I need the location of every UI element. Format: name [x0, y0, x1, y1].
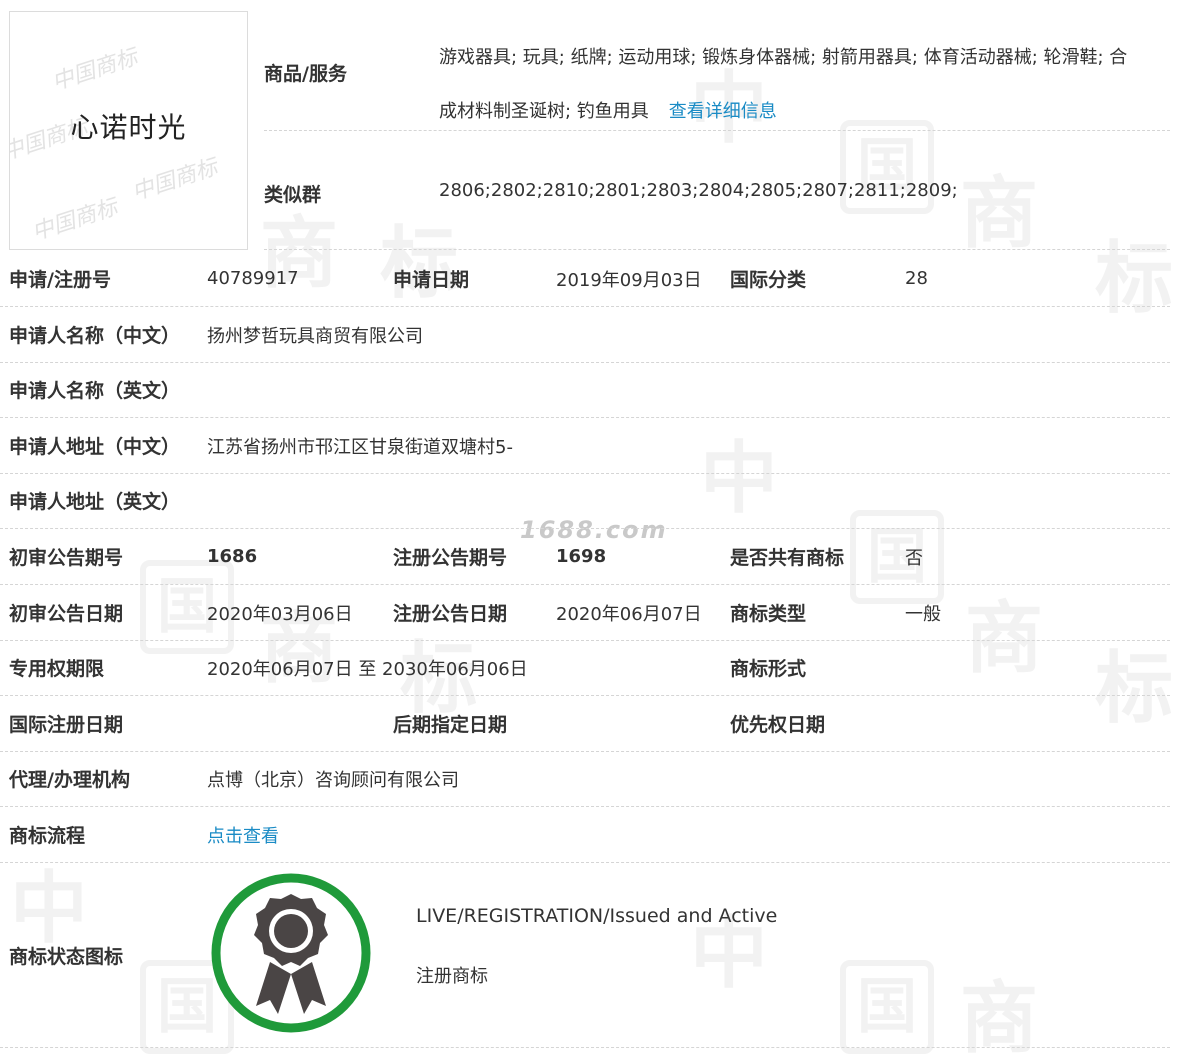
status-row: 商标状态图标 [0, 863, 1170, 1048]
address-cn-value: 江苏省扬州市邗江区甘泉街道双塘村5- [207, 436, 513, 458]
applicant-cn-label: 申请人名称（中文） [9, 325, 181, 347]
reg-pub-no-label: 注册公告期号 [393, 547, 508, 569]
status-label: 商标状态图标 [9, 945, 124, 968]
mark-form-label: 商标形式 [730, 658, 807, 680]
pub-number-row: 初审公告期号 1686 注册公告期号 1698 是否共有商标 否 [0, 529, 1170, 585]
applicant-cn-value: 扬州梦哲玩具商贸有限公司 [207, 325, 423, 347]
logo-watermark: 中国商标 [29, 194, 121, 246]
intl-reg-date-label: 国际注册日期 [9, 714, 124, 736]
address-en-row: 申请人地址（英文） [0, 473, 1170, 529]
agent-row: 代理/办理机构 点博（北京）咨询顾问有限公司 [0, 751, 1170, 807]
view-flow-link[interactable]: 点击查看 [207, 807, 279, 862]
address-cn-label: 申请人地址（中文） [9, 436, 181, 458]
apply-date-label: 申请日期 [393, 269, 470, 291]
shared-mark-label: 是否共有商标 [730, 547, 845, 569]
address-cn-row: 申请人地址（中文） 江苏省扬州市邗江区甘泉街道双塘村5- [0, 418, 1170, 474]
reg-pub-date-label: 注册公告日期 [393, 603, 508, 625]
term-label: 专用权期限 [9, 658, 105, 680]
applicant-cn-row: 申请人名称（中文） 扬州梦哲玩具商贸有限公司 [0, 307, 1170, 363]
goods-services-value: 游戏器具; 玩具; 纸牌; 运动用球; 锻炼身体器械; 射箭用器具; 体育活动器… [439, 31, 1174, 139]
view-details-link[interactable]: 查看详细信息 [669, 101, 777, 122]
prelim-pub-no-label: 初审公告期号 [9, 547, 124, 569]
agent-value: 点博（北京）咨询顾问有限公司 [207, 769, 459, 791]
similar-group-value: 2806;2802;2810;2801;2803;2804;2805;2807;… [439, 180, 958, 201]
apply-date-value: 2019年09月03日 [556, 269, 702, 291]
reg-number-value: 40789917 [207, 268, 299, 289]
status-en: LIVE/REGISTRATION/Issued and Active [416, 905, 778, 927]
intl-row: 国际注册日期 后期指定日期 优先权日期 [0, 696, 1170, 752]
reg-pub-no-value: 1698 [556, 546, 607, 567]
goods-services-row: 商品/服务 游戏器具; 玩具; 纸牌; 运动用球; 锻炼身体器械; 射箭用器具;… [264, 11, 1170, 131]
later-designation-label: 后期指定日期 [393, 714, 508, 736]
term-value: 2020年06月07日 至 2030年06月06日 [207, 658, 528, 680]
reg-number-row: 申请/注册号 40789917 申请日期 2019年09月03日 国际分类 28 [0, 251, 1170, 307]
logo-watermark: 中国商标 [49, 44, 141, 96]
priority-date-label: 优先权日期 [730, 714, 826, 736]
applicant-en-row: 申请人名称（英文） [0, 362, 1170, 418]
address-en-label: 申请人地址（英文） [9, 491, 181, 513]
applicant-en-label: 申请人名称（英文） [9, 380, 181, 402]
similar-group-row: 类似群 2806;2802;2810;2801;2803;2804;2805;2… [264, 131, 1170, 250]
agent-label: 代理/办理机构 [9, 769, 130, 791]
mark-type-value: 一般 [905, 603, 941, 625]
term-row: 专用权期限 2020年06月07日 至 2030年06月06日 商标形式 [0, 640, 1170, 696]
intl-class-value: 28 [905, 268, 928, 289]
logo-text: 心诺时光 [70, 111, 187, 144]
goods-services-label: 商品/服务 [264, 63, 347, 85]
goods-line-2: 成材料制圣诞树; 钓鱼用具 [439, 101, 649, 122]
status-cn: 注册商标 [416, 966, 488, 987]
similar-group-label: 类似群 [264, 184, 322, 206]
prelim-pub-date-value: 2020年03月06日 [207, 603, 353, 625]
goods-line-1: 游戏器具; 玩具; 纸牌; 运动用球; 锻炼身体器械; 射箭用器具; 体育活动器… [439, 47, 1128, 68]
mark-type-label: 商标类型 [730, 603, 807, 625]
flow-label: 商标流程 [9, 825, 86, 847]
flow-row: 商标流程 点击查看 [0, 807, 1170, 863]
trademark-logo-image: 中国商标 中国商标 中国商标 中国商标 心诺时光 [9, 11, 248, 250]
logo-watermark: 中国商标 [129, 154, 221, 206]
shared-mark-value: 否 [905, 547, 923, 569]
reg-number-label: 申请/注册号 [9, 269, 111, 291]
reg-pub-date-value: 2020年06月07日 [556, 603, 702, 625]
pub-date-row: 初审公告日期 2020年03月06日 注册公告日期 2020年06月07日 商标… [0, 585, 1170, 641]
registered-badge-icon [211, 873, 371, 1033]
intl-class-label: 国际分类 [730, 269, 807, 291]
prelim-pub-date-label: 初审公告日期 [9, 603, 124, 625]
prelim-pub-no-value: 1686 [207, 546, 258, 567]
